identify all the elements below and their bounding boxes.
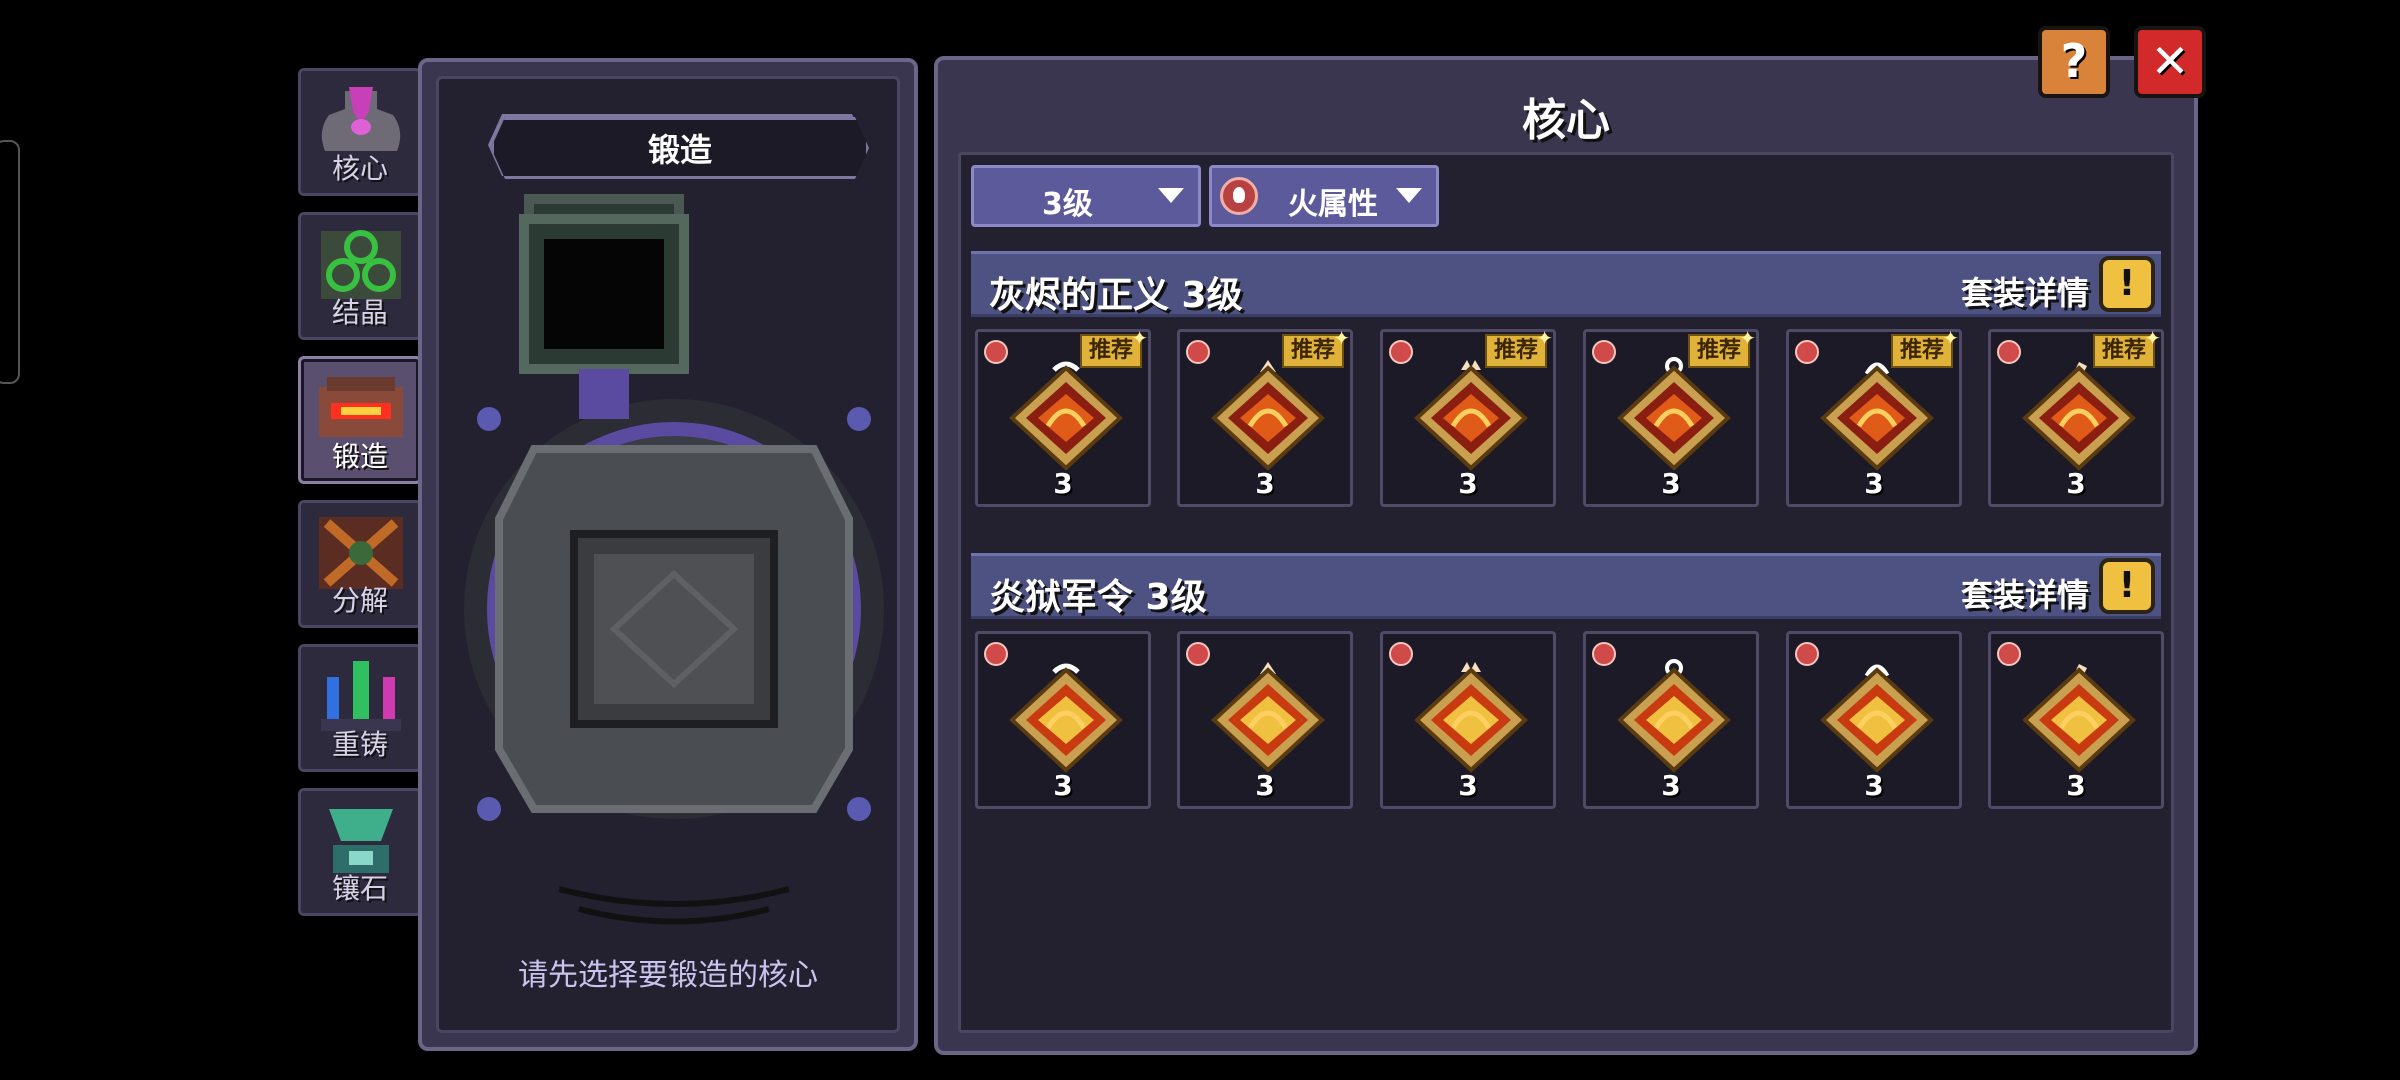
set-name: 炎狱军令 3级 [989,577,1207,618]
tab-forge[interactable]: 锻造 [298,356,422,484]
sparkle-icon: ✦ [1739,326,1756,350]
core-level-label: 3 [1864,769,1884,802]
sparkle-icon: ✦ [2144,326,2161,350]
core-panel: 核心 3级 火属性 灰烬的正义 3级 套装详情 ! 推荐 ✦ 3 推荐 ✦ 3 推荐 ✦ 3 推荐… [934,56,2198,1055]
core-level-label: 3 [1458,467,1478,500]
core-level-label: 3 [2066,769,2086,802]
core-level-label: 3 [1661,467,1681,500]
tab-decompose-label: 分解 [331,584,388,617]
core-level-label: 3 [2066,467,2086,500]
forge-panel-inner: 锻造 请先选择要锻造的核心 [436,76,900,1033]
tab-decompose[interactable]: 分解 [298,500,422,628]
help-button[interactable]: ? [2038,26,2110,98]
chevron-down-icon [1396,188,1422,203]
set-header: 灰烬的正义 3级 套装详情 ! [971,251,2161,317]
info-icon[interactable]: ! [2099,558,2155,614]
close-button[interactable]: ✕ [2134,26,2206,98]
core-item-slot[interactable]: 推荐 ✦ 3 [1177,326,1353,507]
core-list-area: 3级 火属性 灰烬的正义 3级 套装详情 ! 推荐 ✦ 3 推荐 ✦ 3 推荐 ✦ 3 推荐 ✦ 3 推… [958,152,2174,1033]
info-icon[interactable]: ! [2099,256,2155,312]
forge-machine[interactable] [449,189,899,989]
tab-inlay-label: 镶石 [331,872,388,905]
set-header: 炎狱军令 3级 套装详情 ! [971,553,2161,619]
core-item-slot[interactable]: 推荐 ✦ 3 [1786,326,1962,507]
sparkle-icon: ✦ [1333,326,1350,350]
core-item-slot[interactable]: 3 [975,631,1151,809]
attribute-filter-dropdown[interactable]: 火属性 [1209,165,1439,227]
core-item-slot[interactable]: 推荐 ✦ 3 [1988,326,2164,507]
core-level-label: 3 [1458,769,1478,802]
core-item-slot[interactable]: 推荐 ✦ 3 [975,326,1151,507]
screen-notch [0,140,20,384]
fire-core-icon [1617,659,1731,773]
fire-core-icon [1211,662,1325,773]
fire-core-icon [1009,361,1123,471]
sparkle-icon: ✦ [1536,326,1553,350]
core-panel-title: 核心 [1522,95,1610,146]
tab-forge-label: 锻造 [331,440,388,473]
core-level-label: 3 [1255,467,1275,500]
attribute-filter-value: 火属性 [1288,187,1378,222]
core-item-slot[interactable]: 3 [1583,631,1759,809]
forge-title: 锻造 [491,117,869,179]
sparkle-icon: ✦ [1131,326,1148,350]
fire-core-icon [1009,663,1123,773]
core-level-label: 3 [1053,467,1073,500]
fire-element-icon [1220,177,1258,215]
core-level-label: 3 [1864,467,1884,500]
tab-core-label: 核心 [331,152,388,185]
core-item-slot[interactable]: 3 [1380,631,1556,809]
tab-reforge[interactable]: 重铸 [298,644,422,772]
fire-core-icon [1820,362,1934,471]
fire-core-icon [2022,362,2136,471]
core-item-slot[interactable]: 推荐 ✦ 3 [1380,326,1556,507]
core-level-label: 3 [1255,769,1275,802]
tab-reforge-label: 重铸 [331,728,388,761]
level-filter-value: 3级 [1042,187,1093,222]
forge-panel: 锻造 请先选择要锻造的核心 [418,58,918,1051]
fire-core-icon [1617,357,1731,471]
set-detail-link[interactable]: 套装详情 [1961,570,2089,616]
core-level-label: 3 [1661,769,1681,802]
set-detail-link[interactable]: 套装详情 [1961,268,2089,314]
sparkle-icon: ✦ [1942,326,1959,350]
forge-hint-text: 请先选择要锻造的核心 [518,958,818,993]
fire-core-icon [1414,662,1528,773]
tab-core[interactable]: 核心 [298,68,422,196]
fire-core-icon [1211,360,1325,471]
tab-crystal[interactable]: 结晶 [298,212,422,340]
core-item-slot[interactable]: 3 [1786,631,1962,809]
tab-inlay[interactable]: 镶石 [298,788,422,916]
fire-core-icon [1820,664,1934,773]
tab-crystal-label: 结晶 [331,296,388,329]
set-name: 灰烬的正义 3级 [989,275,1243,316]
fire-core-icon [1414,360,1528,471]
core-item-slot[interactable]: 推荐 ✦ 3 [1583,326,1759,507]
level-filter-dropdown[interactable]: 3级 [971,165,1201,227]
chevron-down-icon [1158,188,1184,203]
core-item-slot[interactable]: 3 [1177,631,1353,809]
core-item-slot[interactable]: 3 [1988,631,2164,809]
fire-core-icon [2022,664,2136,773]
core-level-label: 3 [1053,769,1073,802]
